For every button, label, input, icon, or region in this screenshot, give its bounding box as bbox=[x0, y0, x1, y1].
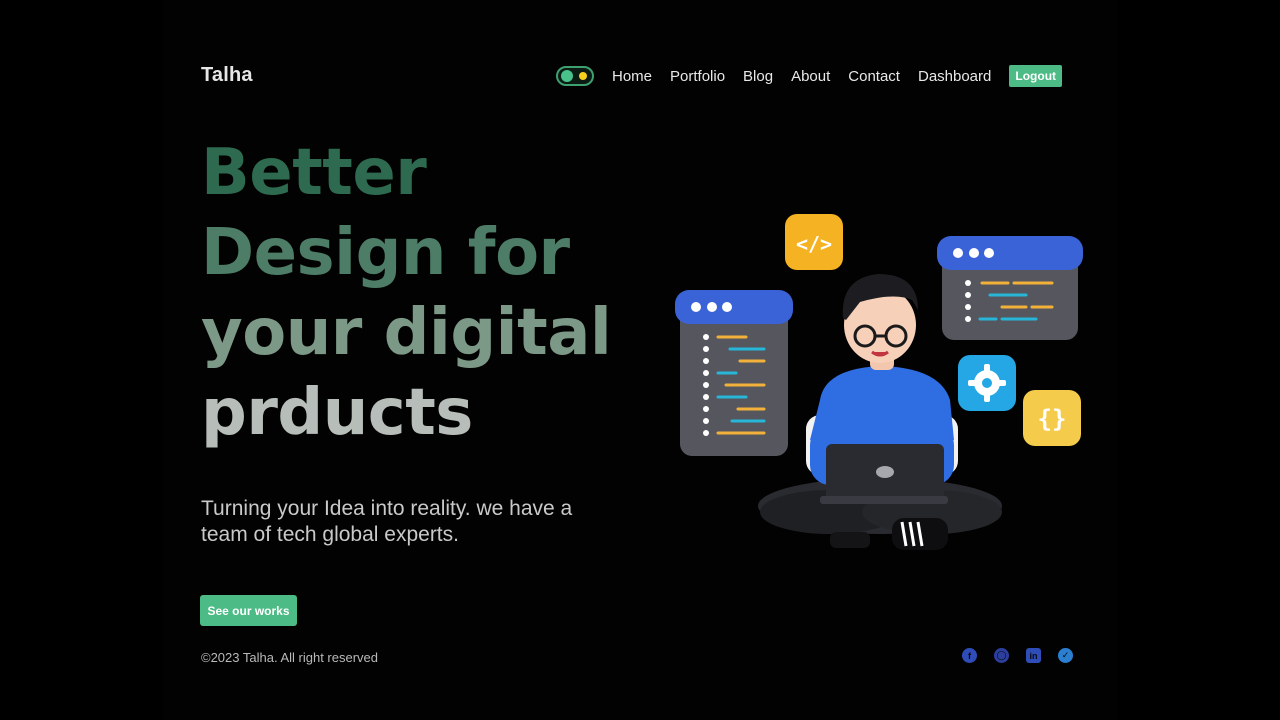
nav-contact[interactable]: Contact bbox=[848, 68, 900, 85]
twitter-icon[interactable]: ✓ bbox=[1058, 648, 1073, 663]
code-window-right-icon bbox=[937, 236, 1083, 340]
developer-illustration: </> {} bbox=[675, 214, 1083, 550]
hero-title-line: prducts bbox=[201, 376, 473, 450]
github-icon[interactable]: ◯ bbox=[994, 648, 1009, 663]
see-our-works-button[interactable]: See our works bbox=[200, 595, 297, 626]
linkedin-icon[interactable]: in bbox=[1026, 648, 1041, 663]
logout-button[interactable]: Logout bbox=[1009, 65, 1063, 87]
main-nav: Home Portfolio Blog About Contact Dashbo… bbox=[556, 64, 1063, 88]
hero-title-line: Better bbox=[201, 136, 427, 210]
svg-text:{}: {} bbox=[1038, 405, 1067, 433]
gear-icon bbox=[958, 355, 1016, 411]
code-window-left-icon bbox=[675, 290, 793, 456]
svg-text:</>: </> bbox=[796, 232, 832, 256]
theme-toggle[interactable] bbox=[556, 66, 594, 86]
hero-title-line: your digital bbox=[201, 296, 612, 370]
braces-icon: {} bbox=[1023, 390, 1081, 446]
hero-title-line: Design for bbox=[201, 216, 570, 290]
sun-icon bbox=[579, 72, 587, 80]
hero-title: Better Design for your digital prducts bbox=[201, 133, 612, 453]
nav-blog[interactable]: Blog bbox=[743, 68, 773, 85]
brand-logo[interactable]: Talha bbox=[201, 64, 253, 87]
hero-tagline: Turning your Idea into reality. we have … bbox=[201, 497, 573, 546]
nav-about[interactable]: About bbox=[791, 68, 830, 85]
facebook-icon[interactable]: f bbox=[962, 648, 977, 663]
nav-dashboard[interactable]: Dashboard bbox=[918, 68, 991, 85]
footer-copyright: ©2023 Talha. All right reserved bbox=[201, 650, 378, 665]
code-tag-icon: </> bbox=[785, 214, 843, 270]
nav-portfolio[interactable]: Portfolio bbox=[670, 68, 725, 85]
toggle-knob bbox=[561, 70, 573, 82]
nav-home[interactable]: Home bbox=[612, 68, 652, 85]
social-links: f ◯ in ✓ bbox=[962, 648, 1090, 663]
